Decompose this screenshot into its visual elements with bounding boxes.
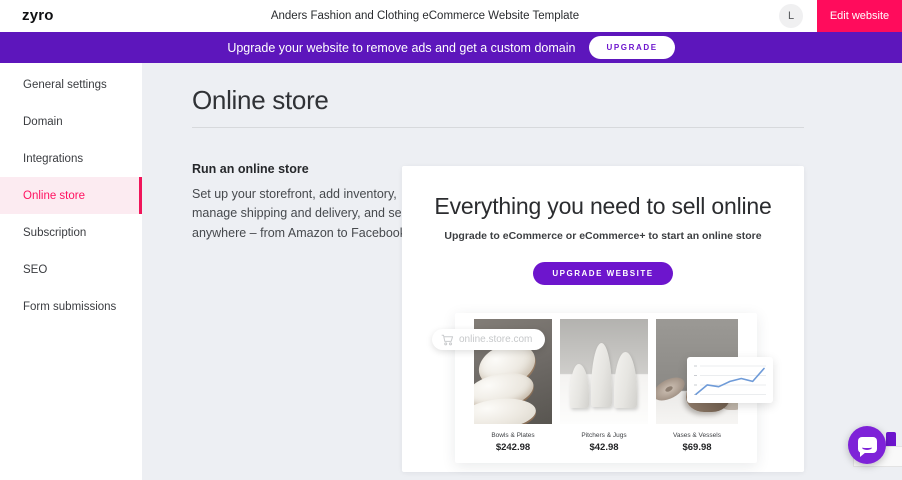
info-heading: Run an online store: [192, 162, 414, 176]
sales-chart-card: [687, 357, 773, 403]
title-divider: [192, 127, 804, 128]
mini-chart-line: [696, 369, 764, 395]
store-preview-card: Bowls & Plates $242.98 Pitchers & Jugs: [455, 313, 757, 463]
online-store-info: Run an online store Set up your storefro…: [192, 162, 414, 243]
user-avatar[interactable]: L: [779, 4, 803, 28]
store-url-text: online.store.com: [459, 334, 532, 345]
mini-chart-grid: [694, 366, 766, 395]
top-header: zyro Anders Fashion and Clothing eCommer…: [0, 0, 902, 32]
site-title: Anders Fashion and Clothing eCommerce We…: [271, 10, 579, 22]
upsell-heading: Everything you need to sell online: [402, 193, 804, 220]
upgrade-banner: Upgrade your website to remove ads and g…: [0, 32, 902, 63]
product-card-pitchers: Pitchers & Jugs $42.98: [560, 319, 648, 453]
page-title: Online store: [192, 85, 329, 116]
chat-launcher-button[interactable]: [848, 426, 886, 464]
zyro-logo[interactable]: zyro: [22, 7, 54, 24]
sidebar-item-form-submissions[interactable]: Form submissions: [0, 288, 142, 325]
product-price: $69.98: [656, 442, 738, 453]
edit-website-button[interactable]: Edit website: [817, 0, 902, 32]
upgrade-website-button[interactable]: UPGRADE WEBSITE: [533, 262, 672, 285]
product-price: $242.98: [474, 442, 552, 453]
product-price: $42.98: [560, 442, 648, 453]
info-description: Set up your storefront, add inventory, m…: [192, 185, 414, 243]
upgrade-banner-button[interactable]: UPGRADE: [589, 36, 674, 59]
upgrade-banner-text: Upgrade your website to remove ads and g…: [227, 41, 575, 55]
product-image-pitchers: [560, 319, 648, 424]
sidebar-item-domain[interactable]: Domain: [0, 103, 142, 140]
chat-bubble-icon: [858, 437, 877, 453]
mini-chart: [687, 357, 773, 403]
sidebar-item-seo[interactable]: SEO: [0, 251, 142, 288]
cart-icon: [441, 334, 454, 346]
upsell-card: Everything you need to sell online Upgra…: [402, 166, 804, 472]
sidebar-item-subscription[interactable]: Subscription: [0, 214, 142, 251]
product-name: Vases & Vessels: [656, 432, 738, 439]
settings-sidebar: General settings Domain Integrations Onl…: [0, 63, 142, 480]
sidebar-item-integrations[interactable]: Integrations: [0, 140, 142, 177]
product-name: Bowls & Plates: [474, 432, 552, 439]
upsell-subheading: Upgrade to eCommerce or eCommerce+ to st…: [402, 230, 804, 242]
sidebar-item-general-settings[interactable]: General settings: [0, 66, 142, 103]
sidebar-item-online-store[interactable]: Online store: [0, 177, 142, 214]
store-url-pill: online.store.com: [432, 329, 545, 350]
main-content: Online store Run an online store Set up …: [142, 63, 902, 480]
product-name: Pitchers & Jugs: [560, 432, 648, 439]
app-window: zyro Anders Fashion and Clothing eCommer…: [0, 0, 902, 480]
